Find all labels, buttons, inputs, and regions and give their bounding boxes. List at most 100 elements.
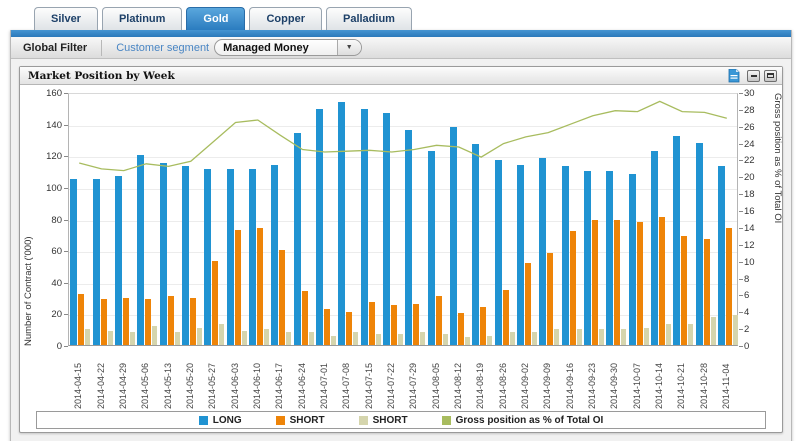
legend-swatch (199, 416, 208, 425)
x-tick-label: 2014-10-07 (632, 351, 642, 409)
bar-long (606, 171, 613, 345)
chevron-down-icon[interactable]: ▼ (337, 40, 361, 55)
bar-long (562, 166, 569, 345)
global-filter-bar: Global Filter Customer segment Managed M… (11, 37, 791, 59)
bar-short (532, 332, 537, 345)
bar-long (651, 151, 658, 345)
bar-short (659, 217, 665, 345)
bar-long (539, 158, 546, 345)
bar-short (688, 324, 693, 345)
legend-item: SHORT (276, 415, 325, 426)
legend-label: LONG (213, 415, 242, 426)
gridline (69, 157, 737, 158)
bar-short (302, 291, 308, 345)
y-tick-label-right: 10 (744, 257, 755, 268)
legend-label: SHORT (290, 415, 325, 426)
bar-long (517, 165, 524, 345)
minimize-icon[interactable] (747, 70, 760, 82)
customer-segment-dropdown[interactable]: Managed Money ▼ (214, 39, 362, 56)
bar-long (249, 169, 256, 345)
bar-long (361, 109, 368, 345)
y-tick-label-right: 26 (744, 122, 755, 133)
x-tick-label: 2014-09-02 (520, 351, 530, 409)
y-tick-mark-right (739, 262, 743, 263)
x-tick-label: 2014-08-12 (453, 351, 463, 409)
bar-short (398, 334, 403, 345)
bar-short (391, 305, 397, 345)
bar-short (480, 307, 486, 345)
y-tick-mark-left (64, 314, 68, 315)
y-tick-mark-left (64, 220, 68, 221)
bar-short (219, 324, 224, 345)
bar-short (621, 329, 626, 345)
content-panel: Global Filter Customer segment Managed M… (10, 30, 792, 441)
y-tick-mark-right (739, 160, 743, 161)
x-tick-label: 2014-06-03 (230, 351, 240, 409)
x-tick-label: 2014-09-16 (565, 351, 575, 409)
y-tick-mark-left (64, 188, 68, 189)
page: Silver Platinum Gold Copper Palladium Gl… (0, 0, 800, 441)
tab-gold[interactable]: Gold (186, 7, 245, 30)
x-tick-label: 2014-06-17 (274, 351, 284, 409)
tab-platinum[interactable]: Platinum (102, 7, 182, 30)
bar-short (101, 299, 107, 345)
y-tick-mark-right (739, 211, 743, 212)
y-tick-mark-right (739, 127, 743, 128)
print-icon[interactable] (728, 69, 740, 83)
y-tick-mark-right (739, 346, 743, 347)
bar-short (704, 239, 710, 345)
bar-long (696, 143, 703, 345)
market-position-chart: Number of Contract ('000) Gross position… (20, 85, 782, 432)
tab-silver[interactable]: Silver (34, 7, 98, 30)
x-tick-label: 2014-07-22 (386, 351, 396, 409)
x-tick-label: 2014-07-29 (408, 351, 418, 409)
y-tick-label-left: 80 (20, 215, 62, 226)
y-tick-mark-right (739, 329, 743, 330)
collapse-icon[interactable] (764, 70, 777, 82)
legend-label: SHORT (373, 415, 408, 426)
bar-short (599, 329, 604, 345)
top-accent-bar (11, 30, 791, 37)
legend-item: Gross position as % of Total OI (442, 415, 604, 426)
bar-short (353, 332, 358, 345)
gridline (69, 126, 737, 127)
bar-short (547, 253, 553, 345)
global-filter-label: Global Filter (11, 42, 101, 54)
y-tick-mark-right (739, 245, 743, 246)
x-tick-label: 2014-04-15 (73, 351, 83, 409)
bar-short (123, 298, 129, 345)
y-tick-label-right: 20 (744, 172, 755, 183)
bar-short (726, 228, 732, 345)
x-tick-label: 2014-06-10 (252, 351, 262, 409)
x-tick-label: 2014-07-15 (364, 351, 374, 409)
bar-short (324, 309, 330, 345)
bar-long (405, 130, 412, 345)
x-tick-label: 2014-09-30 (609, 351, 619, 409)
x-tick-label: 2014-05-27 (207, 351, 217, 409)
y-tick-label-right: 2 (744, 324, 749, 335)
x-tick-label: 2014-04-22 (96, 351, 106, 409)
x-tick-label: 2014-10-28 (699, 351, 709, 409)
y-tick-label-right: 0 (744, 341, 749, 352)
x-tick-label: 2014-08-05 (431, 351, 441, 409)
y-tick-mark-right (739, 279, 743, 280)
bar-short (487, 336, 492, 345)
bar-short (592, 220, 598, 345)
chart-legend: LONG SHORT SHORT Gross position as % of Tot… (36, 411, 766, 429)
tab-copper[interactable]: Copper (249, 7, 322, 30)
bar-long (115, 176, 122, 345)
y-tick-label-left: 140 (20, 120, 62, 131)
y-tick-label-right: 8 (744, 274, 749, 285)
bar-short (242, 331, 247, 345)
bar-short (644, 328, 649, 345)
bar-long (495, 160, 502, 345)
y-tick-mark-right (739, 312, 743, 313)
tab-palladium[interactable]: Palladium (326, 7, 412, 30)
main-area: Market Position by Week Number of Con (11, 59, 791, 441)
legend-swatch (359, 416, 368, 425)
y-tick-label-right: 24 (744, 139, 755, 150)
bar-short (458, 313, 464, 345)
bar-short (85, 329, 90, 345)
bar-short (309, 332, 314, 345)
x-tick-label: 2014-06-24 (297, 351, 307, 409)
